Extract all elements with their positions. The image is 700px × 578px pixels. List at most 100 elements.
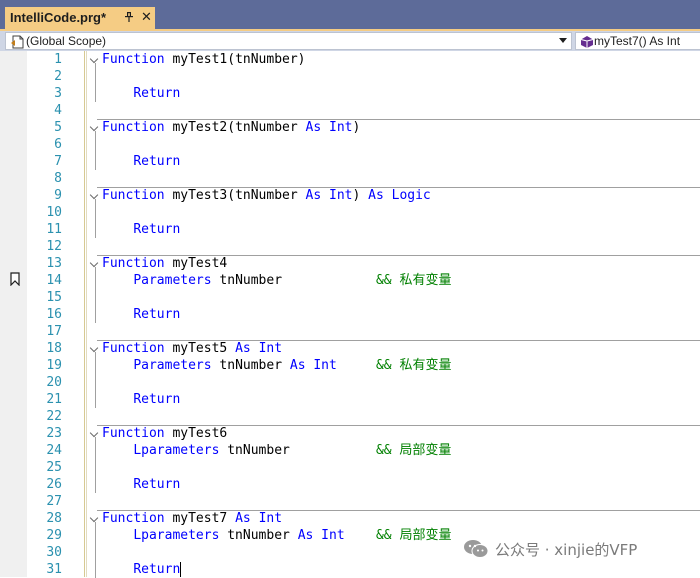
comment-token: && 私有变量 [375,273,452,288]
line-number: 17 [46,324,62,339]
code-line[interactable]: 2 [0,68,700,85]
keyword-token: As [305,188,322,203]
pin-icon[interactable] [123,11,135,25]
code-line[interactable]: 23 Function myTest6 [0,425,700,442]
code-line[interactable]: 31 Return [0,561,700,578]
code-line[interactable]: 5 Function myTest2(tnNumber As Int) [0,119,700,136]
collapse-chevron-icon[interactable] [89,258,99,268]
code-line[interactable]: 19 Parameters tnNumber As Int && 私有变量 [0,357,700,374]
line-number: 18 [46,341,62,356]
code-line[interactable]: 1 Function myTest1(tnNumber) [0,51,700,68]
line-number: 23 [46,426,62,441]
keyword-token: Return [133,307,181,322]
scope-dropdown[interactable]: (Global Scope) [5,32,572,50]
code-token: ) [352,120,361,135]
code-text: Function myTest1(tnNumber) [102,51,306,68]
collapse-chevron-icon[interactable] [89,190,99,200]
code-line[interactable]: 18 Function myTest5 As Int [0,340,700,357]
scope-icon [11,35,24,49]
line-number: 4 [54,103,62,118]
line-number: 11 [46,222,62,237]
code-text: Function myTest6 [102,425,227,442]
code-line[interactable]: 15 [0,289,700,306]
code-line[interactable]: 8 [0,170,700,187]
code-line[interactable]: 4 [0,102,700,119]
collapse-chevron-icon[interactable] [89,428,99,438]
keyword-token: Return [133,154,181,169]
code-line[interactable]: 13 Function myTest4 [0,255,700,272]
keyword-token: Return [133,562,181,577]
collapse-chevron-icon[interactable] [89,54,99,64]
fold-guide [95,131,96,170]
code-line[interactable]: 9 Function myTest3(tnNumber As Int) As Lo… [0,187,700,204]
document-tab-strip: IntelliCode.prg* ✕ [0,0,700,31]
code-line[interactable]: 6 [0,136,700,153]
method-icon [580,36,594,48]
code-text: Return [102,221,180,238]
keyword-token: Int [258,511,283,526]
keyword-token: Function [102,120,165,135]
code-token: myTest7 [164,511,236,526]
code-text: Function myTest3(tnNumber As Int) As Log… [102,187,431,204]
code-line[interactable]: 14 Parameters tnNumber && 私有变量 [0,272,700,289]
code-line[interactable]: 26 Return [0,476,700,493]
collapse-chevron-icon[interactable] [89,513,99,523]
keyword-token: Int [329,188,353,203]
close-icon[interactable]: ✕ [141,9,152,27]
procedure-separator [97,119,700,120]
fold-guide [95,63,96,102]
navigation-bar: (Global Scope) myTest7() As Int [0,31,700,51]
code-line[interactable]: 27 [0,493,700,510]
line-number: 30 [46,545,62,560]
code-token: tnNumber [219,443,376,458]
chevron-down-icon [559,38,567,43]
comment-token: && 局部变量 [375,528,452,543]
collapse-chevron-icon[interactable] [89,343,99,353]
collapse-chevron-icon[interactable] [89,122,99,132]
line-number: 29 [46,528,62,543]
code-token: ) [352,188,369,203]
code-line[interactable]: 11 Return [0,221,700,238]
procedure-separator [97,340,700,341]
document-tab[interactable]: IntelliCode.prg* ✕ [5,7,155,31]
keyword-token: Function [102,511,165,526]
code-token: myTest4 [164,256,228,271]
code-line[interactable]: 12 [0,238,700,255]
code-line[interactable]: 7 Return [0,153,700,170]
line-number: 13 [46,256,62,271]
code-line[interactable]: 21 Return [0,391,700,408]
code-line[interactable]: 17 [0,323,700,340]
member-dropdown[interactable]: myTest7() As Int [575,32,700,50]
code-line[interactable]: 28 Function myTest7 As Int [0,510,700,527]
line-number: 7 [54,154,62,169]
code-line[interactable]: 24 Lparameters tnNumber && 局部变量 [0,442,700,459]
code-text: Return [102,153,180,170]
code-line[interactable]: 10 [0,204,700,221]
code-line[interactable]: 25 [0,459,700,476]
code-line[interactable]: 3 Return [0,85,700,102]
line-number: 10 [46,205,62,220]
line-number: 3 [54,86,62,101]
keyword-token: Parameters [133,273,212,288]
keyword-token: As [289,358,306,373]
fold-guide [95,199,96,238]
line-number: 5 [54,120,62,135]
procedure-separator [97,187,700,188]
code-text: Lparameters tnNumber As Int && 局部变量 [102,527,451,544]
code-line[interactable]: 20 [0,374,700,391]
line-number: 9 [54,188,62,203]
code-line[interactable]: 16 Return [0,306,700,323]
code-line[interactable]: 22 [0,408,700,425]
code-editor[interactable]: 1 Function myTest1(tnNumber) 2 3 Return 4 5 Fu… [0,51,700,578]
code-token: tnNumber [211,358,290,373]
keyword-token: Function [102,426,165,441]
